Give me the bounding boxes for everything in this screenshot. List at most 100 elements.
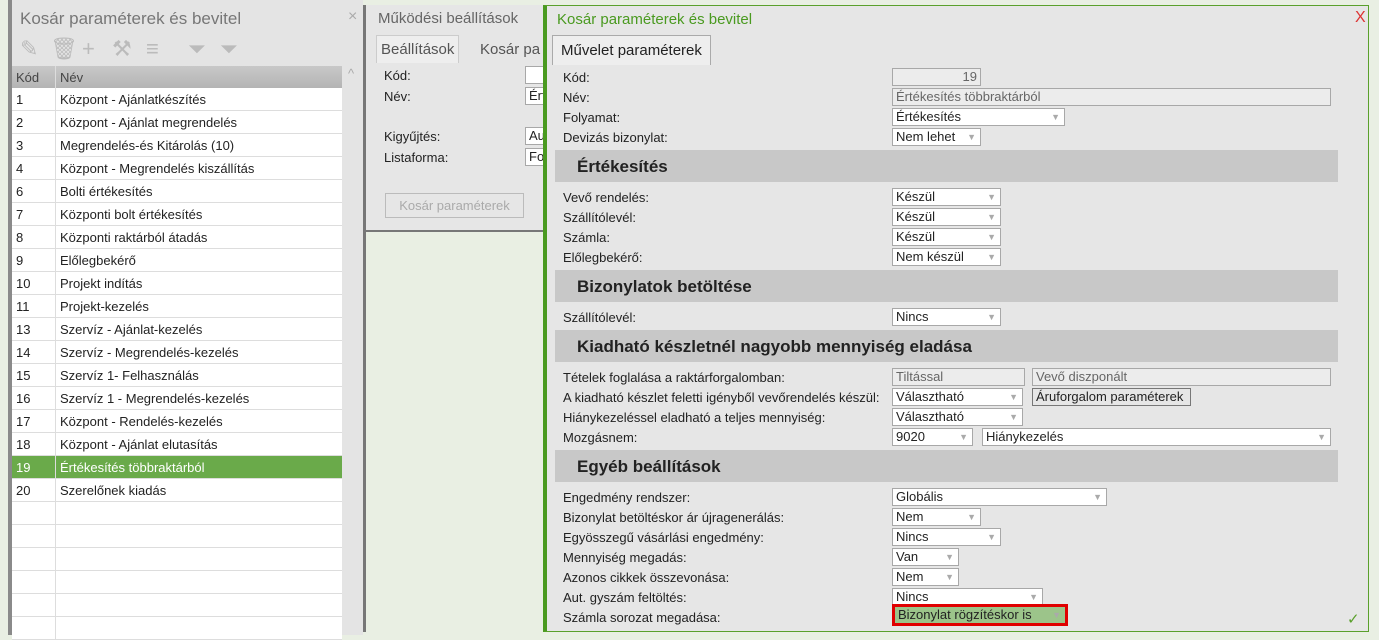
nev-input[interactable]: Értékesítés többraktárból — [892, 88, 1331, 106]
cell-kod: 20 — [12, 479, 56, 501]
dropdown-arrow-icon: ▼ — [1051, 112, 1060, 122]
dropdown-arrow-icon: ▼ — [967, 132, 976, 142]
dropdown-arrow-icon: ▼ — [967, 512, 976, 522]
table-row[interactable]: 8 Központi raktárból átadás — [12, 226, 342, 249]
kiad-select[interactable]: Választható ▼ — [892, 388, 1023, 406]
label-eng: Engedmény rendszer: — [563, 490, 691, 505]
label-menny: Mennyiség megadás: — [563, 550, 687, 565]
nev-input[interactable]: Ért — [525, 87, 545, 105]
dropdown-arrow-icon: ▼ — [1029, 592, 1038, 602]
label-sorozat: Számla sorozat megadása: — [563, 610, 721, 625]
cell-nev: Bolti értékesítés — [60, 183, 153, 199]
section-sec1: Értékesítés — [555, 150, 1338, 182]
dropdown-arrow-icon: ▼ — [987, 192, 996, 202]
aruforgalom-button[interactable]: Áruforgalom paraméterek — [1032, 388, 1191, 406]
cell-kod: 19 — [12, 456, 56, 478]
kigyujtes-select[interactable]: Aut — [525, 127, 545, 145]
label-bizar: Bizonylat betöltéskor ár újragenerálás: — [563, 510, 785, 525]
label-szamla: Számla: — [563, 230, 610, 245]
table-row[interactable]: 7 Központi bolt értékesítés — [12, 203, 342, 226]
table-row[interactable]: 6 Bolti értékesítés — [12, 180, 342, 203]
table-row[interactable]: 10 Projekt indítás — [12, 272, 342, 295]
pencil-icon[interactable]: ✎ — [20, 36, 38, 62]
table-row[interactable]: 11 Projekt-kezelés — [12, 295, 342, 318]
label-mozg: Mozgásnem: — [563, 430, 638, 445]
cell-kod: 18 — [12, 433, 56, 455]
bizar-select[interactable]: Nem ▼ — [892, 508, 981, 526]
szall2-select[interactable]: Nincs ▼ — [892, 308, 1001, 326]
empty-row — [12, 502, 342, 525]
kod-input[interactable] — [525, 66, 545, 84]
mozg2-select[interactable]: Hiánykezelés ▼ — [982, 428, 1331, 446]
column-kod[interactable]: Kód — [12, 66, 56, 88]
szall-select[interactable]: Készül ▼ — [892, 208, 1001, 226]
close-icon[interactable]: X — [1355, 9, 1366, 27]
label-hiany: Hiánykezeléssel eladható a teljes mennyi… — [563, 410, 826, 425]
section-sec3: Kiadható készletnél nagyobb mennyiség el… — [555, 330, 1338, 362]
cell-nev: Központ - Ajánlat elutasítás — [60, 436, 218, 452]
tab-muvelet-parameterek[interactable]: Művelet paraméterek — [552, 35, 711, 65]
list-icon[interactable]: ≡ — [146, 36, 159, 62]
column-nev[interactable]: Név — [56, 66, 342, 88]
cell-nev: Központi bolt értékesítés — [60, 206, 203, 222]
table-row[interactable]: 3 Megrendelés-és Kitárolás (10) — [12, 134, 342, 157]
kod-input[interactable]: 19 — [892, 68, 981, 86]
table-row[interactable]: 18 Központ - Ajánlat elutasítás — [12, 433, 342, 456]
ok-check-icon[interactable]: ✓ — [1347, 610, 1360, 628]
basket-parameters-dialog: Kosár paraméterek és bevitel X Művelet p… — [543, 5, 1369, 632]
cell-kod: 4 — [12, 157, 56, 179]
filter-clear-icon[interactable]: ⏷ — [220, 36, 238, 62]
tab-beallitasok[interactable]: Beállítások — [376, 35, 460, 63]
table-row[interactable]: 19 Értékesítés többraktárból — [12, 456, 342, 479]
table-row[interactable]: 9 Előlegbekérő — [12, 249, 342, 272]
sorozat-select[interactable]: Bizonylat rögzítéskor is ▼ — [892, 604, 1068, 626]
trash-icon[interactable]: 🗑 — [50, 36, 78, 62]
close-icon[interactable]: × — [348, 8, 357, 26]
menny-select[interactable]: Van ▼ — [892, 548, 959, 566]
basket-table: Kód Név 1 Központ - Ajánlatkészítés 2 Közpo… — [12, 66, 342, 640]
dropdown-arrow-icon: ▼ — [1317, 432, 1326, 442]
table-row[interactable]: 16 Szervíz 1 - Megrendelés-kezelés — [12, 387, 342, 410]
cell-nev: Előlegbekérő — [60, 252, 136, 268]
tab-kosar[interactable]: Kosár pa — [480, 41, 540, 58]
table-row[interactable]: 2 Központ - Ajánlat megrendelés — [12, 111, 342, 134]
eloleg-select[interactable]: Nem készül ▼ — [892, 248, 1001, 266]
dropdown-arrow-icon: ▼ — [945, 572, 954, 582]
tools-icon[interactable]: ⚒ — [112, 36, 132, 62]
deviza-select[interactable]: Nem lehet ▼ — [892, 128, 981, 146]
label-kod: Kód: — [563, 70, 590, 85]
tetel1-input[interactable]: Tiltással — [892, 368, 1025, 386]
filter-icon[interactable]: ⏷ — [188, 36, 206, 62]
cell-kod: 2 — [12, 111, 56, 133]
cell-kod: 14 — [12, 341, 56, 363]
cell-kod: 9 — [12, 249, 56, 271]
label-egyo: Egyösszegű vásárlási engedmény: — [563, 530, 764, 545]
table-row[interactable]: 15 Szervíz 1- Felhasználás — [12, 364, 342, 387]
cell-nev: Projekt indítás — [60, 275, 143, 291]
szamla-select[interactable]: Készül ▼ — [892, 228, 1001, 246]
egyo-select[interactable]: Nincs ▼ — [892, 528, 1001, 546]
table-row[interactable]: 17 Központ - Rendelés-kezelés — [12, 410, 342, 433]
dropdown-arrow-icon: ▼ — [1093, 492, 1102, 502]
scroll-up-icon[interactable]: ^ — [348, 66, 354, 81]
table-row[interactable]: 1 Központ - Ajánlatkészítés — [12, 88, 342, 111]
folyamat-select[interactable]: Értékesítés ▼ — [892, 108, 1065, 126]
table-row[interactable]: 20 Szerelőnek kiadás — [12, 479, 342, 502]
azon-select[interactable]: Nem ▼ — [892, 568, 959, 586]
hiany-select[interactable]: Választható ▼ — [892, 408, 1023, 426]
plus-icon[interactable]: + — [82, 36, 95, 62]
tetel2-input[interactable]: Vevő diszponált — [1032, 368, 1331, 386]
empty-row — [12, 548, 342, 571]
dropdown-arrow-icon: ▼ — [987, 532, 996, 542]
table-row[interactable]: 14 Szervíz - Megrendelés-kezelés — [12, 341, 342, 364]
vevo-select[interactable]: Készül ▼ — [892, 188, 1001, 206]
eng-select[interactable]: Globális ▼ — [892, 488, 1107, 506]
kosar-parameterek-button[interactable]: Kosár paraméterek — [385, 193, 524, 218]
dialog-title: Kosár paraméterek és bevitel — [557, 11, 753, 28]
listaforma-select[interactable]: For — [525, 148, 545, 166]
table-row[interactable]: 13 Szervíz - Ajánlat-kezelés — [12, 318, 342, 341]
table-row[interactable]: 4 Központ - Megrendelés kiszállítás — [12, 157, 342, 180]
cell-kod: 7 — [12, 203, 56, 225]
cell-nev: Szervíz - Ajánlat-kezelés — [60, 321, 203, 337]
mozg1-select[interactable]: 9020 ▼ — [892, 428, 973, 446]
